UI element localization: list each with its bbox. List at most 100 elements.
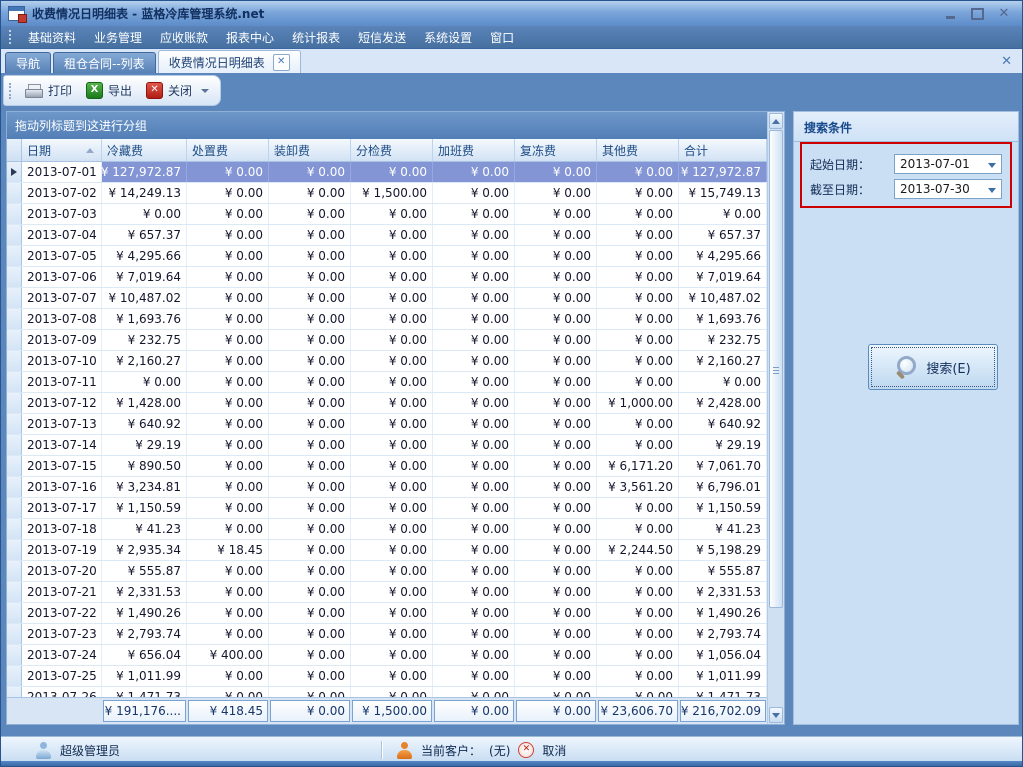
table-row[interactable]: 2013-07-16¥ 3,234.81¥ 0.00¥ 0.00¥ 0.00¥ …: [7, 477, 767, 498]
value-cell[interactable]: ¥ 0.00: [597, 183, 679, 203]
value-cell[interactable]: ¥ 1,500.00: [351, 183, 433, 203]
value-cell[interactable]: ¥ 0.00: [597, 204, 679, 224]
date-cell[interactable]: 2013-07-11: [22, 372, 102, 392]
table-row[interactable]: 2013-07-05¥ 4,295.66¥ 0.00¥ 0.00¥ 0.00¥ …: [7, 246, 767, 267]
value-cell[interactable]: ¥ 0.00: [351, 519, 433, 539]
date-cell[interactable]: 2013-07-18: [22, 519, 102, 539]
table-row[interactable]: 2013-07-19¥ 2,935.34¥ 18.45¥ 0.00¥ 0.00¥…: [7, 540, 767, 561]
value-cell[interactable]: ¥ 0.00: [187, 687, 269, 697]
print-button[interactable]: 打印: [18, 78, 79, 104]
chevron-down-icon[interactable]: [988, 188, 996, 193]
menu-item[interactable]: 报表中心: [217, 26, 283, 49]
value-cell[interactable]: ¥ 2,935.34: [102, 540, 187, 560]
scrollbar-thumb[interactable]: [769, 130, 783, 608]
value-cell[interactable]: ¥ 0.00: [351, 561, 433, 581]
date-cell[interactable]: 2013-07-23: [22, 624, 102, 644]
value-cell[interactable]: ¥ 2,160.27: [679, 351, 767, 371]
tab-close-icon[interactable]: ✕: [273, 54, 290, 71]
value-cell[interactable]: ¥ 232.75: [102, 330, 187, 350]
date-cell[interactable]: 2013-07-08: [22, 309, 102, 329]
date-cell[interactable]: 2013-07-09: [22, 330, 102, 350]
group-by-hint[interactable]: 拖动列标题到这进行分组: [7, 112, 767, 139]
value-cell[interactable]: ¥ 0.00: [351, 393, 433, 413]
value-cell[interactable]: ¥ 0.00: [515, 687, 597, 697]
value-cell[interactable]: ¥ 0.00: [351, 267, 433, 287]
value-cell[interactable]: ¥ 0.00: [515, 603, 597, 623]
value-cell[interactable]: ¥ 0.00: [269, 393, 351, 413]
value-cell[interactable]: ¥ 4,295.66: [102, 246, 187, 266]
value-cell[interactable]: ¥ 0.00: [515, 477, 597, 497]
value-cell[interactable]: ¥ 0.00: [351, 204, 433, 224]
value-cell[interactable]: ¥ 0.00: [269, 309, 351, 329]
value-cell[interactable]: ¥ 0.00: [433, 288, 515, 308]
table-row[interactable]: 2013-07-02¥ 14,249.13¥ 0.00¥ 0.00¥ 1,500…: [7, 183, 767, 204]
value-cell[interactable]: ¥ 0.00: [351, 477, 433, 497]
value-cell[interactable]: ¥ 0.00: [269, 225, 351, 245]
value-cell[interactable]: ¥ 2,331.53: [679, 582, 767, 602]
value-cell[interactable]: ¥ 1,056.04: [679, 645, 767, 665]
value-cell[interactable]: ¥ 0.00: [187, 582, 269, 602]
value-cell[interactable]: ¥ 0.00: [269, 561, 351, 581]
value-cell[interactable]: ¥ 1,693.76: [679, 309, 767, 329]
value-cell[interactable]: ¥ 0.00: [187, 414, 269, 434]
value-cell[interactable]: ¥ 10,487.02: [679, 288, 767, 308]
value-cell[interactable]: ¥ 0.00: [187, 519, 269, 539]
menu-item[interactable]: 基础资料: [19, 26, 85, 49]
value-cell[interactable]: ¥ 0.00: [433, 414, 515, 434]
value-cell[interactable]: ¥ 0.00: [433, 540, 515, 560]
value-cell[interactable]: ¥ 0.00: [351, 372, 433, 392]
value-cell[interactable]: ¥ 0.00: [269, 687, 351, 697]
value-cell[interactable]: ¥ 1,150.59: [102, 498, 187, 518]
value-cell[interactable]: ¥ 0.00: [597, 267, 679, 287]
date-cell[interactable]: 2013-07-01: [22, 162, 102, 182]
value-cell[interactable]: ¥ 0.00: [269, 603, 351, 623]
value-cell[interactable]: ¥ 1,471.73: [102, 687, 187, 697]
value-cell[interactable]: ¥ 0.00: [515, 204, 597, 224]
value-cell[interactable]: ¥ 2,428.00: [679, 393, 767, 413]
value-cell[interactable]: ¥ 0.00: [187, 204, 269, 224]
date-cell[interactable]: 2013-07-05: [22, 246, 102, 266]
value-cell[interactable]: ¥ 0.00: [187, 498, 269, 518]
tab-fee-daily-detail[interactable]: 收费情况日明细表✕: [158, 50, 301, 74]
value-cell[interactable]: ¥ 0.00: [597, 582, 679, 602]
value-cell[interactable]: ¥ 127,972.87: [679, 162, 767, 182]
date-combobox[interactable]: 2013-07-01: [894, 154, 1002, 174]
value-cell[interactable]: ¥ 0.00: [351, 456, 433, 476]
value-cell[interactable]: ¥ 0.00: [351, 162, 433, 182]
value-cell[interactable]: ¥ 0.00: [351, 351, 433, 371]
value-cell[interactable]: ¥ 0.00: [433, 393, 515, 413]
value-cell[interactable]: ¥ 0.00: [269, 435, 351, 455]
search-button[interactable]: 搜索(E): [868, 344, 998, 390]
value-cell[interactable]: ¥ 4,295.66: [679, 246, 767, 266]
value-cell[interactable]: ¥ 0.00: [515, 372, 597, 392]
value-cell[interactable]: ¥ 0.00: [269, 666, 351, 686]
table-row[interactable]: 2013-07-24¥ 656.04¥ 400.00¥ 0.00¥ 0.00¥ …: [7, 645, 767, 666]
value-cell[interactable]: ¥ 0.00: [597, 561, 679, 581]
date-cell[interactable]: 2013-07-20: [22, 561, 102, 581]
value-cell[interactable]: ¥ 0.00: [515, 561, 597, 581]
value-cell[interactable]: ¥ 5,198.29: [679, 540, 767, 560]
value-cell[interactable]: ¥ 0.00: [351, 582, 433, 602]
date-cell[interactable]: 2013-07-02: [22, 183, 102, 203]
value-cell[interactable]: ¥ 1,150.59: [679, 498, 767, 518]
value-cell[interactable]: ¥ 0.00: [433, 666, 515, 686]
value-cell[interactable]: ¥ 0.00: [269, 498, 351, 518]
value-cell[interactable]: ¥ 29.19: [102, 435, 187, 455]
value-cell[interactable]: ¥ 0.00: [269, 456, 351, 476]
value-cell[interactable]: ¥ 0.00: [187, 351, 269, 371]
value-cell[interactable]: ¥ 0.00: [597, 519, 679, 539]
value-cell[interactable]: ¥ 0.00: [269, 246, 351, 266]
value-cell[interactable]: ¥ 2,793.74: [679, 624, 767, 644]
value-cell[interactable]: ¥ 0.00: [515, 393, 597, 413]
value-cell[interactable]: ¥ 0.00: [187, 267, 269, 287]
column-header[interactable]: 复冻费: [515, 139, 597, 161]
tab-contract-list[interactable]: 租仓合同--列表: [53, 52, 156, 74]
table-row[interactable]: 2013-07-08¥ 1,693.76¥ 0.00¥ 0.00¥ 0.00¥ …: [7, 309, 767, 330]
menu-item[interactable]: 系统设置: [415, 26, 481, 49]
tabbar-close-icon[interactable]: ✕: [1001, 54, 1012, 69]
value-cell[interactable]: ¥ 0.00: [597, 225, 679, 245]
value-cell[interactable]: ¥ 0.00: [433, 561, 515, 581]
value-cell[interactable]: ¥ 0.00: [433, 351, 515, 371]
date-cell[interactable]: 2013-07-04: [22, 225, 102, 245]
column-header[interactable]: 加班费: [433, 139, 515, 161]
